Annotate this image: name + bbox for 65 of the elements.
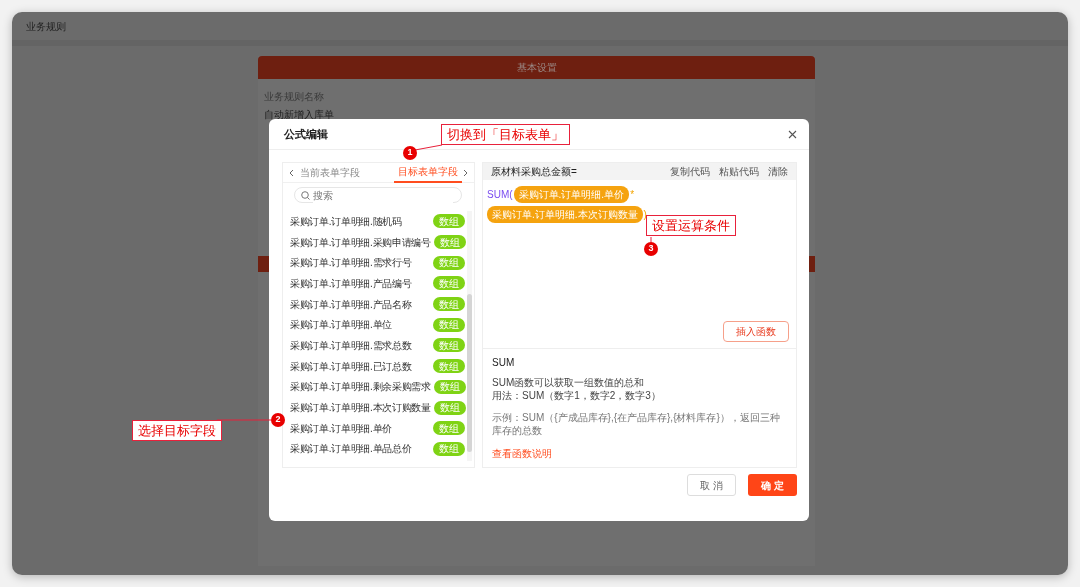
annotation-label: 设置运算条件 <box>646 215 736 236</box>
field-name: 采购订单.订单明细.本次订购数量 <box>290 401 431 416</box>
field-value: 自动新增入库单 <box>263 108 335 122</box>
type-badge: 数组 <box>433 297 465 312</box>
field-list-item[interactable]: 采购订单.订单明细.产品名称 数组 <box>290 293 467 315</box>
dialog-title: 公式编辑 <box>284 126 328 142</box>
field-name: 采购订单.订单明细.需求行号 <box>290 256 412 271</box>
example-text: 示例：SUM（{产成品库存},{在产品库存},{材料库存}），返回三种库存的总数 <box>492 411 781 437</box>
type-badge: 数组 <box>433 235 466 250</box>
type-badge: 数组 <box>433 421 465 436</box>
close-icon[interactable] <box>788 129 797 139</box>
scrollbar[interactable] <box>467 211 472 461</box>
chevron-left-icon[interactable] <box>288 168 294 177</box>
field-list-item[interactable]: 采购订单.订单明细.本次订购数量 数组 <box>290 397 467 418</box>
function-title: SUM <box>492 356 516 370</box>
annotation-label: 选择目标字段 <box>132 420 222 441</box>
field-name: 采购订单.订单明细.产品编号 <box>290 276 412 291</box>
type-badge: 数组 <box>433 338 465 353</box>
field-list-item[interactable]: 采购订单.订单明细.单价 数组 <box>290 417 467 439</box>
field-name: 采购订单.订单明细.单品总价 <box>290 442 412 457</box>
target-field-label: 原材料采购总金额= <box>491 165 577 180</box>
type-badge: 数组 <box>433 255 465 270</box>
field-list-item[interactable]: 采购订单.订单明细.随机码 数组 <box>290 211 467 232</box>
function-name: SUM( <box>487 188 513 203</box>
field-list-item[interactable]: 采购订单.订单明细.产品编号 数组 <box>290 273 467 294</box>
field-list-item[interactable]: 采购订单.订单明细.需求总数 数组 <box>290 335 467 356</box>
field-name: 采购订单.订单明细.产品名称 <box>290 297 412 312</box>
insert-function-button[interactable]: 插入函数 <box>723 321 789 342</box>
chevron-right-icon[interactable] <box>463 168 469 177</box>
type-badge: 数组 <box>433 400 466 415</box>
type-badge: 数组 <box>433 441 465 456</box>
field-name: 采购订单.订单明细.随机码 <box>290 214 402 229</box>
field-name: 采购订单.订单明细.剩余采购需求 <box>290 380 431 395</box>
field-list-item[interactable]: 采购订单.订单明细.采购申请编号 数组 <box>290 231 467 253</box>
field-list-item[interactable]: 采购订单.订单明细.已订总数 数组 <box>290 355 467 377</box>
operator: ) <box>643 208 647 223</box>
field-name: 采购订单.订单明细.已订总数 <box>290 359 412 374</box>
leader-line <box>415 145 442 150</box>
field-name: 采购订单.订单明细.采购申请编号 <box>290 235 431 250</box>
field-source-tab[interactable]: 当前表单字段 <box>295 162 364 183</box>
type-badge: 数组 <box>433 359 465 374</box>
field-list-item[interactable]: 采购订单.订单明细.单位 数组 <box>290 314 467 336</box>
field-list-item[interactable]: 采购订单.订单明细.需求行号 数组 <box>290 252 467 274</box>
annotation-label: 切换到「目标表单」 <box>441 124 570 145</box>
toolbar-link[interactable]: 粘贴代码 <box>719 164 759 180</box>
description-text: SUM函数可以获取一组数值的总和 <box>492 376 646 389</box>
field-list-item[interactable]: 采购订单.订单明细.剩余采购需求 数组 <box>290 376 467 398</box>
type-badge: 数组 <box>433 276 465 291</box>
field-list-item[interactable]: 采购订单.订单明细.单品总价 数组 <box>290 438 467 460</box>
cancel-button[interactable]: 取 消 <box>687 474 736 496</box>
field-name: 采购订单.订单明细.单位 <box>290 318 392 333</box>
type-badge: 数组 <box>433 379 466 394</box>
toolbar-link[interactable]: 复制代码 <box>670 164 710 180</box>
type-badge: 数组 <box>433 214 465 229</box>
operator: * <box>630 188 635 203</box>
search-icon <box>301 190 310 200</box>
leader-line <box>217 420 271 421</box>
leader-line <box>651 237 652 242</box>
window-title: 业务规则 <box>26 19 66 34</box>
description-text: 用法：SUM（数字1，数字2，数字3） <box>492 389 662 402</box>
type-badge: 数组 <box>433 317 465 332</box>
toolbar-link[interactable]: 清除 <box>768 164 788 180</box>
field-name: 采购订单.订单明细.需求总数 <box>290 338 412 353</box>
field-name: 采购订单.订单明细.单价 <box>290 421 392 436</box>
section-header: 基本设置 <box>258 56 815 79</box>
